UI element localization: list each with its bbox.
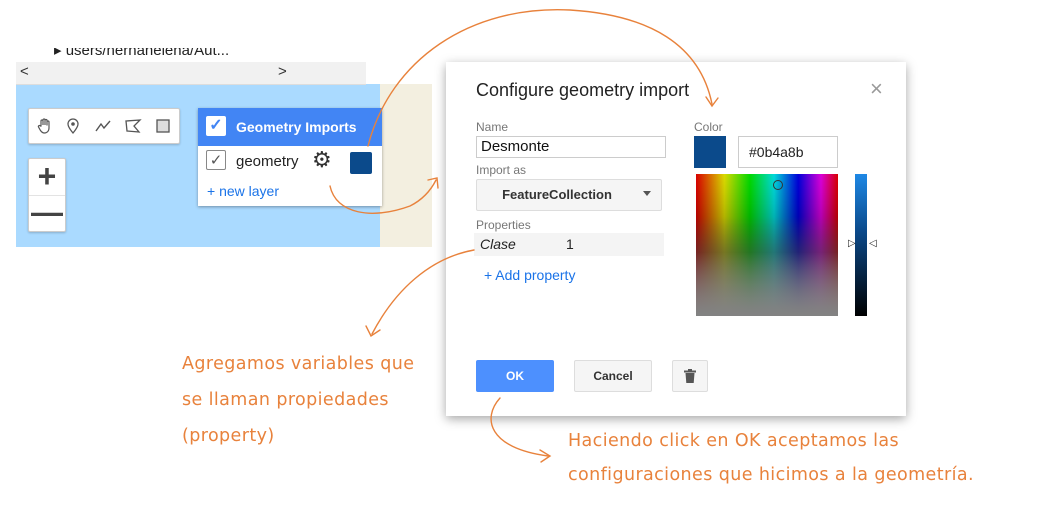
cancel-button[interactable]: Cancel xyxy=(574,360,652,392)
zoom-control: + — xyxy=(28,158,66,232)
rectangle-icon[interactable] xyxy=(151,114,175,138)
annotation-properties-note: Agregamos variables que se llaman propie… xyxy=(182,346,414,454)
add-property-link[interactable]: + Add property xyxy=(484,267,575,283)
color-picker-cursor[interactable] xyxy=(773,180,783,190)
scroll-left-arrow[interactable]: < xyxy=(20,63,29,80)
chevron-down-icon xyxy=(643,191,651,196)
geometry-layer-name[interactable]: geometry xyxy=(236,153,299,170)
scroll-right-arrow[interactable]: > xyxy=(278,63,287,80)
delete-button[interactable] xyxy=(672,360,708,392)
geometry-imports-panel: ✓ Geometry Imports ✓ geometry ⚙ + new la… xyxy=(198,108,382,206)
geometry-layer-row[interactable]: ✓ geometry ⚙ xyxy=(198,146,382,178)
name-input[interactable]: Desmonte xyxy=(476,136,666,158)
zoom-out-button[interactable]: — xyxy=(29,195,65,232)
geometry-layer-checkbox[interactable]: ✓ xyxy=(206,150,226,170)
color-label: Color xyxy=(694,120,723,134)
gear-icon[interactable]: ⚙ xyxy=(312,147,332,173)
slider-handle-right-icon[interactable]: ◁ xyxy=(869,238,877,249)
zoom-in-button[interactable]: + xyxy=(29,159,65,195)
configure-geometry-dialog: Configure geometry import × Name Desmont… xyxy=(446,62,906,416)
line-icon[interactable] xyxy=(91,114,115,138)
property-key[interactable]: Clase xyxy=(480,236,516,252)
trash-icon xyxy=(684,369,696,383)
annotation-ok-note: Haciendo click en OK aceptamos las confi… xyxy=(568,424,974,492)
asset-path-text: ▸ users/hernanelena/Aut... xyxy=(54,48,230,59)
import-as-label: Import as xyxy=(476,163,527,177)
note2-line2: configuraciones que hicimos a la geometr… xyxy=(568,465,974,485)
ok-button[interactable]: OK xyxy=(476,360,554,392)
marker-icon[interactable] xyxy=(61,114,85,138)
note1-line2: se llaman propiedades xyxy=(182,390,389,410)
note2-line1: Haciendo click en OK aceptamos las xyxy=(568,431,900,451)
color-preview-swatch xyxy=(694,136,726,168)
dialog-title: Configure geometry import xyxy=(476,80,690,100)
property-value[interactable]: 1 xyxy=(566,236,574,252)
properties-label: Properties xyxy=(476,218,531,232)
geometry-imports-title: Geometry Imports xyxy=(236,119,357,135)
polygon-icon[interactable] xyxy=(121,114,145,138)
layer-color-swatch[interactable] xyxy=(350,152,372,174)
import-as-select[interactable]: FeatureCollection xyxy=(476,179,662,211)
color-picker-shade xyxy=(696,174,838,316)
hand-icon[interactable] xyxy=(33,114,57,138)
import-as-value: FeatureCollection xyxy=(502,187,612,202)
geometry-imports-header[interactable]: ✓ Geometry Imports xyxy=(198,108,382,146)
map-land-area xyxy=(380,84,432,247)
name-label: Name xyxy=(476,120,509,134)
drawing-toolbar xyxy=(28,108,180,144)
property-row[interactable]: Clase 1 xyxy=(474,233,664,256)
color-hex-input[interactable]: #0b4a8b xyxy=(738,136,838,168)
color-brightness-slider[interactable] xyxy=(855,174,867,316)
horizontal-scrollbar[interactable]: < > xyxy=(16,62,366,85)
slider-handle-left-icon[interactable]: ▷ xyxy=(848,238,856,249)
new-layer-link[interactable]: + new layer xyxy=(207,183,279,199)
geometry-imports-checkbox[interactable]: ✓ xyxy=(206,116,226,136)
panel-gap xyxy=(366,62,432,84)
note1-line1: Agregamos variables que xyxy=(182,354,415,374)
close-icon[interactable]: × xyxy=(870,76,883,102)
note1-line3: (property) xyxy=(182,426,275,446)
